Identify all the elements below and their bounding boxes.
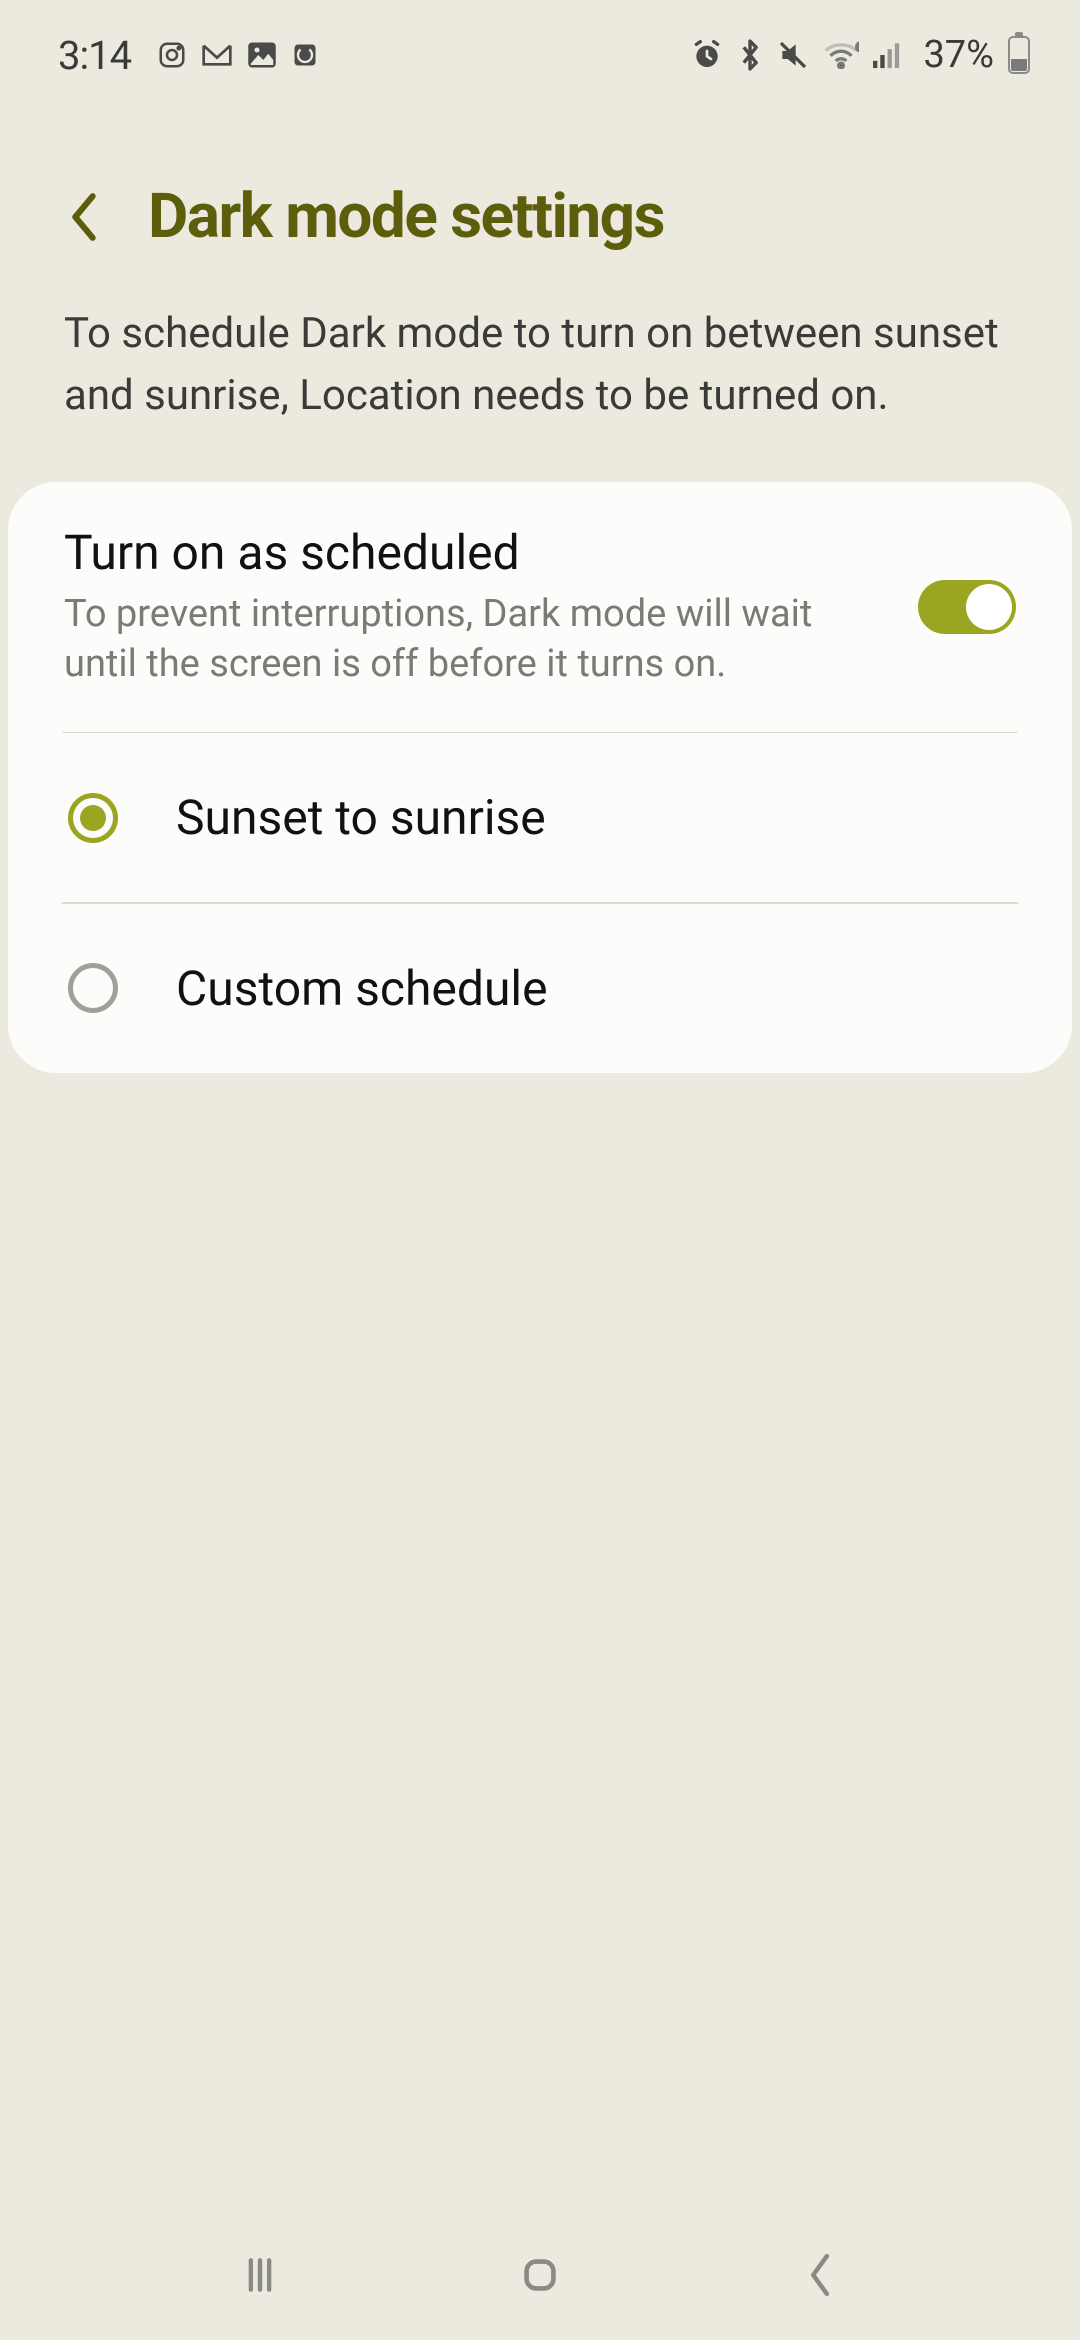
back-button[interactable]	[60, 193, 108, 241]
radio-label: Custom schedule	[176, 960, 548, 1017]
svg-text:6: 6	[856, 41, 859, 54]
data-saver-icon	[291, 41, 319, 69]
battery-icon	[1008, 36, 1030, 74]
radio-label: Sunset to sunrise	[176, 789, 546, 846]
settings-card: Turn on as scheduled To prevent interrup…	[8, 482, 1072, 1072]
signal-icon	[873, 41, 905, 69]
instagram-icon	[157, 40, 187, 70]
option-custom-schedule[interactable]: Custom schedule	[8, 904, 1072, 1073]
bluetooth-icon	[737, 38, 763, 72]
status-time: 3:14	[58, 32, 131, 79]
turn-on-scheduled-row[interactable]: Turn on as scheduled To prevent interrup…	[8, 482, 1072, 731]
radio-sunset-selected[interactable]	[68, 793, 118, 843]
recents-button[interactable]	[220, 2235, 300, 2315]
turn-on-scheduled-title: Turn on as scheduled	[64, 524, 888, 581]
status-right: 6 37%	[691, 33, 1030, 77]
turn-on-scheduled-subtitle: To prevent interruptions, Dark mode will…	[64, 589, 864, 689]
wifi-icon: 6	[823, 41, 859, 69]
option-sunset-to-sunrise[interactable]: Sunset to sunrise	[8, 733, 1072, 902]
home-button[interactable]	[500, 2235, 580, 2315]
header: Dark mode settings	[0, 90, 1080, 293]
page-title: Dark mode settings	[148, 180, 664, 253]
toggle-knob	[966, 584, 1012, 630]
page-description: To schedule Dark mode to turn on between…	[0, 293, 1080, 482]
alarm-icon	[691, 39, 723, 71]
photos-icon	[247, 41, 277, 69]
status-left: 3:14	[58, 32, 319, 79]
battery-percent: 37%	[923, 33, 994, 77]
back-nav-button[interactable]	[780, 2235, 860, 2315]
android-navbar	[0, 2210, 1080, 2340]
gmail-icon	[201, 42, 233, 68]
turn-on-scheduled-toggle[interactable]	[918, 580, 1016, 634]
turn-on-scheduled-text: Turn on as scheduled To prevent interrup…	[64, 524, 888, 689]
status-bar: 3:14 6 37%	[0, 0, 1080, 90]
mute-icon	[777, 39, 809, 71]
radio-custom[interactable]	[68, 963, 118, 1013]
